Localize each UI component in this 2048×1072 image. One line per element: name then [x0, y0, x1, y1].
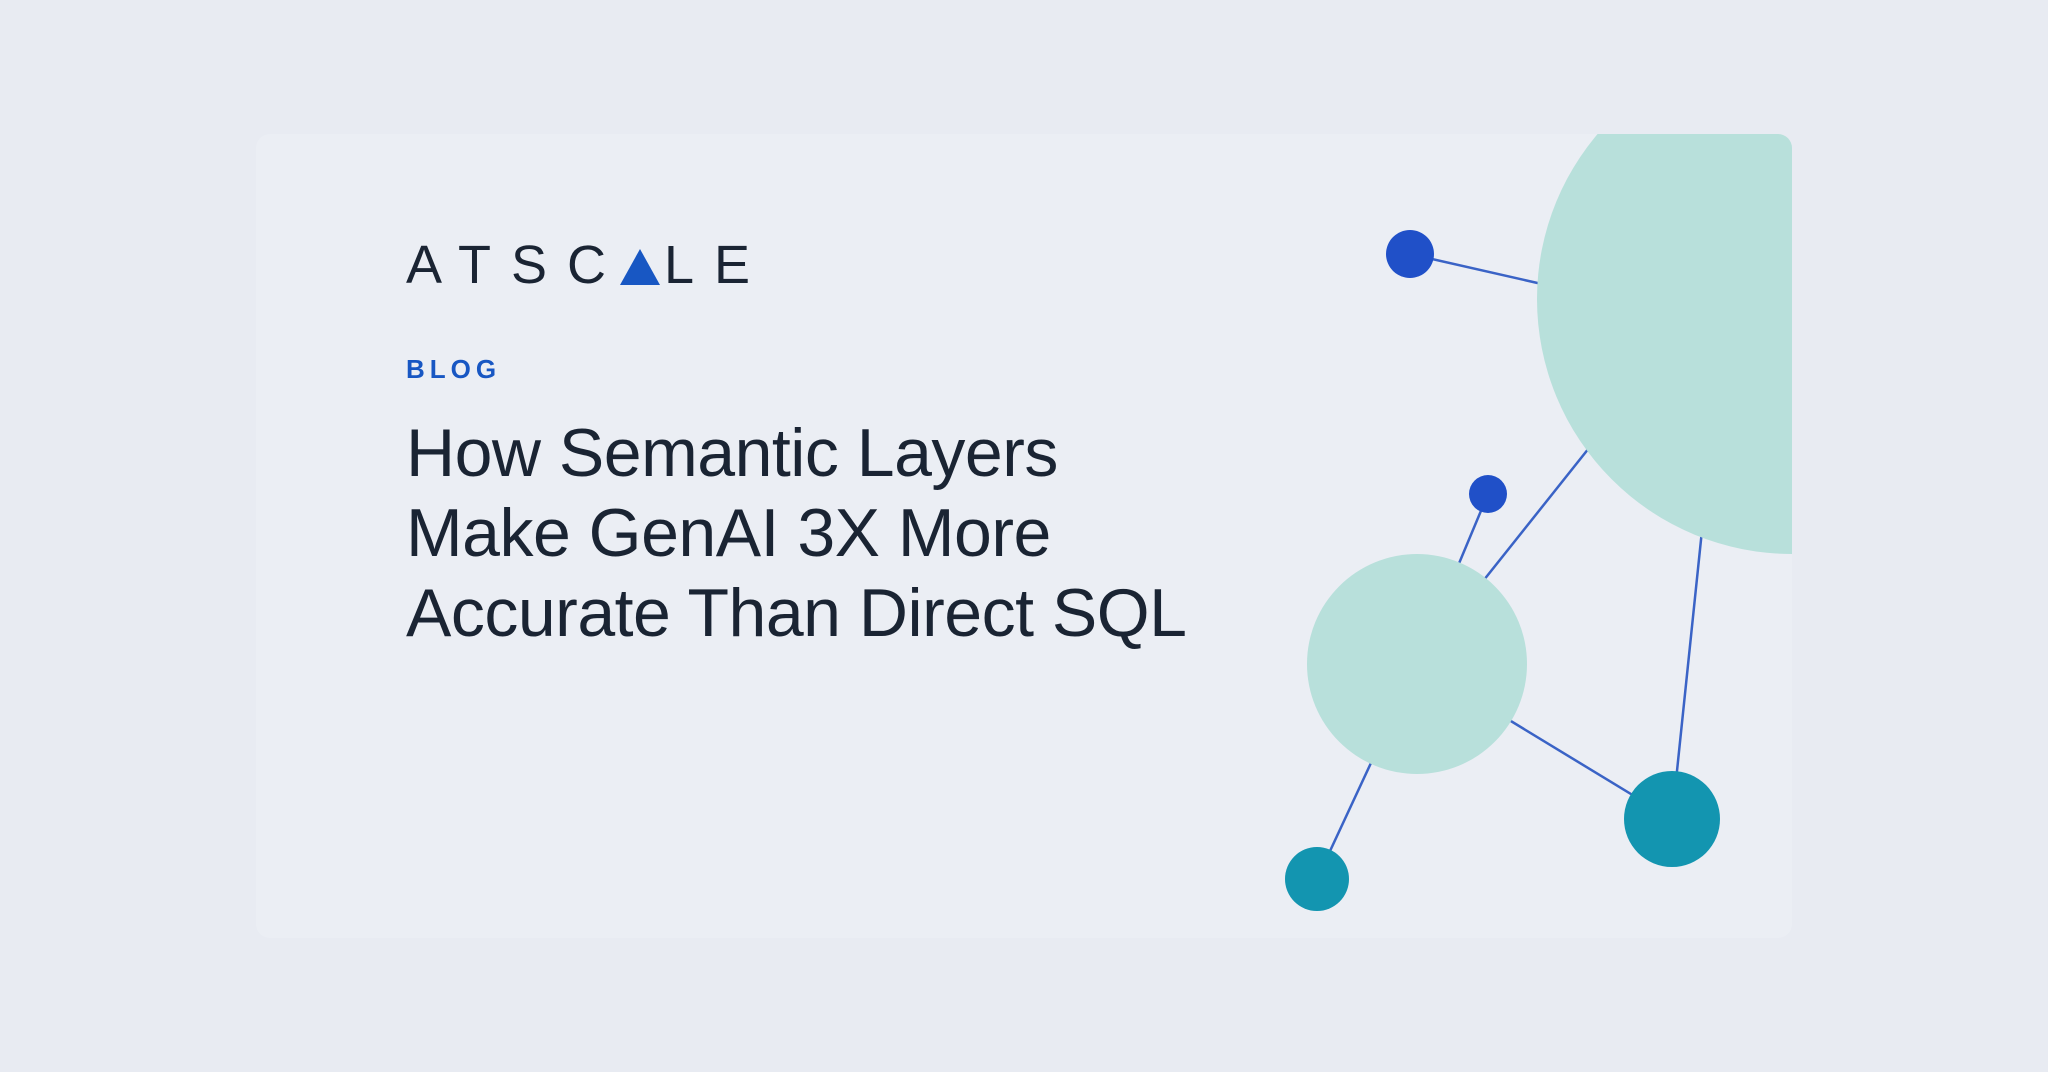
edge — [1410, 254, 1652, 309]
brand-text-right: LE — [664, 234, 770, 296]
post-title: How Semantic Layers Make GenAI 3X More A… — [406, 413, 1226, 654]
category-label: BLOG — [406, 354, 1226, 385]
node-small-top — [1386, 230, 1434, 278]
content-block: ATSC LE BLOG How Semantic Layers Make Gen… — [406, 234, 1226, 654]
edge — [1317, 664, 1417, 879]
edge — [1417, 494, 1488, 664]
page-background: ATSC LE BLOG How Semantic Layers Make Gen… — [0, 0, 2048, 1072]
brand-text-left: ATSC — [406, 234, 626, 296]
node-bottom-left — [1285, 847, 1349, 911]
node-small-mid — [1469, 475, 1507, 513]
brand-wordmark: ATSC LE — [406, 234, 770, 296]
brand-logo: ATSC LE — [406, 234, 1226, 296]
edge — [1417, 394, 1632, 664]
graph-edges — [1317, 254, 1712, 879]
node-big-circle — [1537, 134, 1792, 554]
edge — [1417, 664, 1672, 819]
blog-card: ATSC LE BLOG How Semantic Layers Make Gen… — [256, 134, 1792, 938]
node-bottom-right — [1624, 771, 1720, 867]
brand-triangle-icon — [620, 249, 660, 285]
node-mid-circle — [1307, 554, 1527, 774]
edge — [1672, 434, 1712, 819]
